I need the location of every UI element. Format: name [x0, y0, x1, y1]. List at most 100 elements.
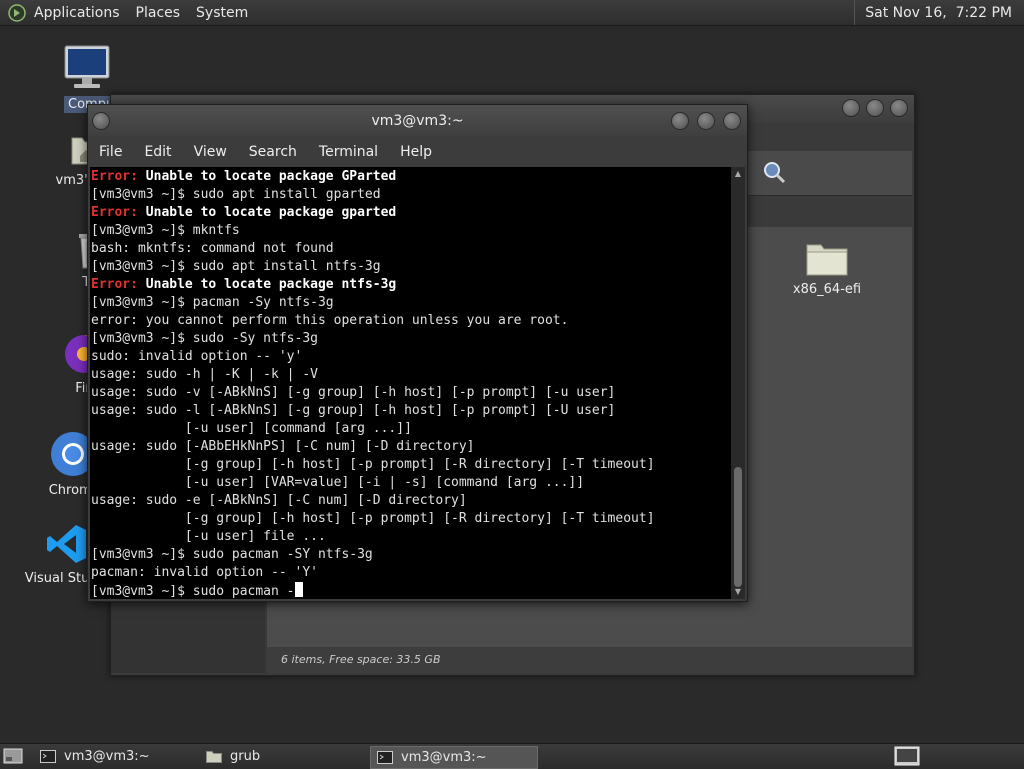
terminal-text: usage: sudo [-ABbEHkNnPS] [-C num] [-D d… — [91, 439, 475, 454]
terminal-window[interactable]: vm3@vm3:~ File Edit View Search Terminal… — [87, 104, 748, 602]
error-message: Unable to locate package gparted — [137, 205, 397, 220]
terminal-line: Error: Unable to locate package GParted — [91, 168, 731, 186]
terminal-text: usage: sudo -l [-ABkNnS] [-g group] [-h … — [91, 403, 616, 418]
terminal-icon — [40, 750, 56, 763]
applications-menu[interactable]: Applications — [34, 5, 120, 21]
command-prompt: [vm3@vm3 ~]$ sudo pacman - — [91, 584, 295, 599]
close-icon[interactable] — [723, 112, 741, 130]
minimize-icon[interactable] — [842, 99, 860, 117]
taskbar-task-active[interactable]: vm3@vm3:~ — [370, 746, 538, 769]
system-menu[interactable]: System — [196, 5, 248, 21]
error-message: Unable to locate package GParted — [137, 169, 397, 184]
terminal-line: [-u user] file ... — [91, 528, 731, 546]
window-menu-icon[interactable] — [92, 112, 110, 130]
terminal-titlebar[interactable]: vm3@vm3:~ — [88, 105, 747, 137]
terminal-text: [vm3@vm3 ~]$ sudo -Sy ntfs-3g — [91, 331, 318, 346]
places-menu[interactable]: Places — [136, 5, 181, 21]
computer-icon — [64, 45, 110, 88]
taskbar-task[interactable]: vm3@vm3:~ — [34, 746, 196, 767]
terminal-line: [vm3@vm3 ~]$ sudo pacman -SY ntfs-3g — [91, 546, 731, 564]
task-label: vm3@vm3:~ — [64, 749, 150, 764]
error-tag: Error: — [91, 277, 138, 292]
top-panel: Applications Places System Sat Nov 16, 7… — [0, 0, 1024, 26]
terminal-scrollbar[interactable]: ▲ ▼ — [731, 167, 745, 599]
terminal-line: usage: sudo -h | -K | -k | -V — [91, 366, 731, 384]
terminal-line: usage: sudo -l [-ABkNnS] [-g group] [-h … — [91, 402, 731, 420]
maximize-icon[interactable] — [697, 112, 715, 130]
bottom-panel: vm3@vm3:~ grub vm3@vm3:~ — [0, 743, 1024, 769]
terminal-line: [vm3@vm3 ~]$ sudo pacman - — [91, 582, 731, 599]
terminal-text: [vm3@vm3 ~]$ mkntfs — [91, 223, 240, 238]
terminal-line: [vm3@vm3 ~]$ sudo apt install ntfs-3g — [91, 258, 731, 276]
terminal-line: usage: sudo -e [-ABkNnS] [-C num] [-D di… — [91, 492, 731, 510]
show-desktop-icon[interactable] — [3, 747, 23, 765]
terminal-text: [vm3@vm3 ~]$ sudo pacman -SY ntfs-3g — [91, 547, 373, 562]
maximize-icon[interactable] — [866, 99, 884, 117]
terminal-text: usage: sudo -h | -K | -k | -V — [91, 367, 318, 382]
taskbar-task[interactable]: grub — [200, 746, 364, 767]
text-cursor — [294, 582, 303, 597]
file-manager-statusbar: 6 items, Free space: 33.5 GB — [267, 647, 912, 673]
terminal-text: [vm3@vm3 ~]$ pacman -Sy ntfs-3g — [91, 295, 334, 310]
folder-icon — [206, 751, 222, 763]
terminal-line: Error: Unable to locate package gparted — [91, 204, 731, 222]
terminal-line: Error: Unable to locate package ntfs-3g — [91, 276, 731, 294]
terminal-line: pacman: invalid option -- 'Y' — [91, 564, 731, 582]
terminal-line: usage: sudo [-ABbEHkNnPS] [-C num] [-D d… — [91, 438, 731, 456]
terminal-text: [-u user] [command [arg ...]] — [91, 421, 412, 436]
scrollbar-thumb[interactable] — [734, 467, 742, 587]
terminal-line: bash: mkntfs: command not found — [91, 240, 731, 258]
menu-file[interactable]: File — [99, 144, 122, 160]
error-tag: Error: — [91, 169, 138, 184]
error-message: Unable to locate package ntfs-3g — [137, 277, 397, 292]
search-icon[interactable] — [763, 161, 787, 185]
terminal-menubar: File Edit View Search Terminal Help — [88, 137, 747, 167]
terminal-line: [-u user] [VAR=value] [-i | -s] [command… — [91, 474, 731, 492]
terminal-text: error: you cannot perform this operation… — [91, 313, 569, 328]
scroll-up-icon[interactable]: ▲ — [733, 169, 743, 179]
terminal-icon — [377, 751, 393, 764]
minimize-icon[interactable] — [671, 112, 689, 130]
close-icon[interactable] — [890, 99, 908, 117]
terminal-text: bash: mkntfs: command not found — [91, 241, 334, 256]
menu-help[interactable]: Help — [400, 144, 432, 160]
terminal-text: usage: sudo -e [-ABkNnS] [-C num] [-D di… — [91, 493, 467, 508]
folder-label: x86_64-efi — [792, 282, 862, 297]
terminal-text: [-u user] [VAR=value] [-i | -s] [command… — [91, 475, 585, 490]
terminal-line: [-g group] [-h host] [-p prompt] [-R dir… — [91, 456, 731, 474]
terminal-text: usage: sudo -v [-ABkNnS] [-g group] [-h … — [91, 385, 616, 400]
task-label: vm3@vm3:~ — [401, 750, 487, 765]
terminal-text: [-u user] file ... — [91, 529, 326, 544]
terminal-line: [vm3@vm3 ~]$ mkntfs — [91, 222, 731, 240]
menu-edit[interactable]: Edit — [144, 144, 171, 160]
terminal-line: error: you cannot perform this operation… — [91, 312, 731, 330]
folder-icon — [806, 244, 848, 276]
terminal-text: [vm3@vm3 ~]$ sudo apt install ntfs-3g — [91, 259, 381, 274]
task-label: grub — [230, 749, 261, 764]
menu-search[interactable]: Search — [249, 144, 297, 160]
terminal-title: vm3@vm3:~ — [371, 113, 464, 129]
terminal-text: [vm3@vm3 ~]$ sudo apt install gparted — [91, 187, 381, 202]
clock[interactable]: Sat Nov 16, 7:22 PM — [854, 0, 1024, 25]
terminal-line: [vm3@vm3 ~]$ pacman -Sy ntfs-3g — [91, 294, 731, 312]
terminal-line: [-u user] [command [arg ...]] — [91, 420, 731, 438]
folder-item[interactable]: x86_64-efi — [787, 239, 867, 297]
distro-logo-icon[interactable] — [8, 3, 26, 22]
terminal-line: usage: sudo -v [-ABkNnS] [-g group] [-h … — [91, 384, 731, 402]
menu-view[interactable]: View — [194, 144, 227, 160]
vscode-icon — [47, 525, 86, 563]
terminal-text: sudo: invalid option -- 'y' — [91, 349, 303, 364]
terminal-output[interactable]: Error: Unable to locate package GParted[… — [90, 167, 731, 599]
scroll-down-icon[interactable]: ▼ — [733, 587, 743, 597]
workspace-switcher-icon[interactable] — [894, 746, 920, 766]
terminal-text: pacman: invalid option -- 'Y' — [91, 565, 318, 580]
terminal-line: [vm3@vm3 ~]$ sudo -Sy ntfs-3g — [91, 330, 731, 348]
error-tag: Error: — [91, 205, 138, 220]
terminal-line: sudo: invalid option -- 'y' — [91, 348, 731, 366]
menu-terminal[interactable]: Terminal — [319, 144, 378, 160]
terminal-text: [-g group] [-h host] [-p prompt] [-R dir… — [91, 511, 655, 526]
clock-text: Sat Nov 16, 7:22 PM — [865, 4, 1012, 21]
status-text: 6 items, Free space: 33.5 GB — [281, 653, 441, 666]
terminal-text: [-g group] [-h host] [-p prompt] [-R dir… — [91, 457, 655, 472]
terminal-line: [vm3@vm3 ~]$ sudo apt install gparted — [91, 186, 731, 204]
